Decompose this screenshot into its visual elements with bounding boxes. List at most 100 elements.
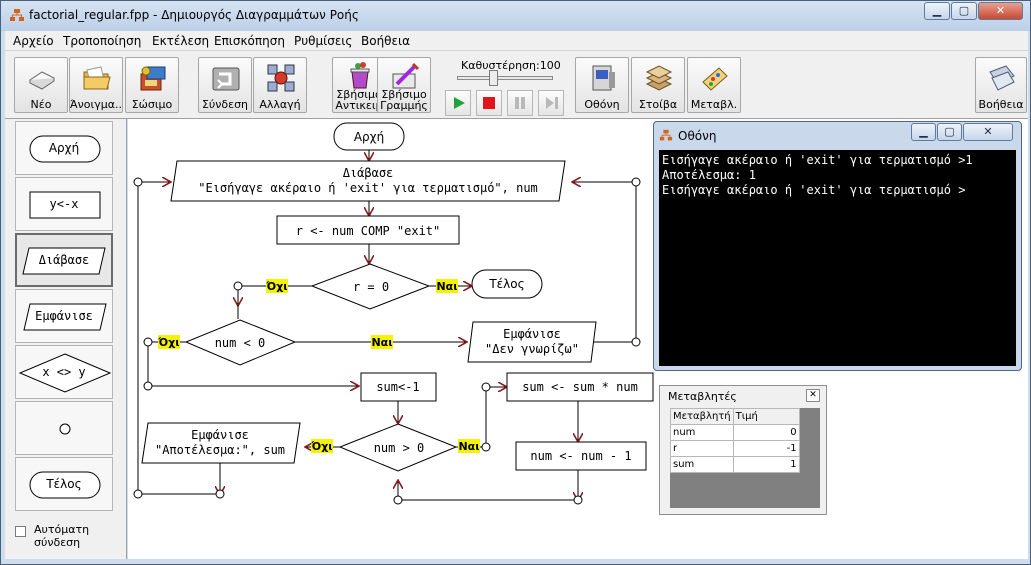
auto-connect-checkbox[interactable] xyxy=(15,526,26,537)
console-output[interactable]: Εισήγαγε ακέραιο ή 'exit' για τερματισμό… xyxy=(659,150,1016,366)
open-label: Άνοιγμα.. xyxy=(70,98,122,111)
delay-control: Καθυστέρηση:100 xyxy=(443,54,571,116)
junction-dot xyxy=(631,177,641,187)
close-button[interactable]: ✕ xyxy=(978,2,1023,20)
screen-window-title: Οθόνη xyxy=(678,129,717,143)
variables-header-row: Μεταβλητή Τιμή xyxy=(670,408,800,425)
junction-dot xyxy=(573,495,583,505)
yes-label-positive: Ναι xyxy=(458,440,479,453)
header-value: Τιμή xyxy=(732,408,800,425)
palette-read[interactable]: Διάβασε xyxy=(15,233,113,287)
palette-assign[interactable]: y<-x xyxy=(15,177,113,231)
read-text-2: "Εισήγαγε ακέραιο ή 'exit' για τερματισμ… xyxy=(198,181,538,195)
variables-window: Μεταβλητές ✕ Μεταβλητή Τιμή num 0 r -1 s… xyxy=(659,385,827,515)
save-icon xyxy=(140,66,166,91)
no-label-r: Όχι xyxy=(265,280,287,293)
num-decrement-text: num <- num - 1 xyxy=(530,449,631,463)
help-icon xyxy=(989,65,1015,91)
yes-label-r: Ναι xyxy=(436,280,457,293)
pause-icon xyxy=(515,97,525,109)
toolbar: Νέο Άνοιγμα.. Σώσιμο Σύνδεση Αλλαγή Σβήσ… xyxy=(5,51,1028,119)
console-line: Εισήγαγε ακέραιο ή 'exit' για τερματισμό… xyxy=(662,153,973,167)
junction-dot xyxy=(393,495,403,505)
connect-label: Σύνδεση xyxy=(201,98,249,111)
menu-edit[interactable]: Τροποποίηση xyxy=(63,34,141,48)
menu-settings[interactable]: Ρυθμίσεις xyxy=(294,34,352,48)
step-button[interactable] xyxy=(538,90,564,116)
pause-button[interactable] xyxy=(507,90,533,116)
delay-slider[interactable] xyxy=(457,70,553,86)
edge xyxy=(456,387,487,448)
palette-print[interactable]: Εμφάνισε xyxy=(15,289,113,343)
palette-start[interactable]: Αρχή xyxy=(15,121,113,175)
connect-icon xyxy=(212,67,240,91)
junction-dot xyxy=(133,177,143,187)
screen-window: Οθόνη ▁ ▢ ✕ Εισήγαγε ακέραιο ή 'exit' γι… xyxy=(653,121,1022,371)
read-text-1: Διάβασε xyxy=(343,166,394,180)
main-window: factorial_regular.fpp - Δημιουργός Διαγρ… xyxy=(0,0,1031,565)
table-row: sum 1 xyxy=(670,456,800,473)
title-bar: factorial_regular.fpp - Δημιουργός Διαγρ… xyxy=(1,1,1030,31)
palette-start-label: Αρχή xyxy=(48,141,80,155)
minimize-button[interactable]: ▁ xyxy=(924,2,950,20)
shape-palette: Αρχή y<-x Διάβασε Εμφάνισε x <> y Τέλος … xyxy=(5,119,127,559)
palette-end-label: Τέλος xyxy=(46,477,82,491)
save-button[interactable]: Σώσιμο xyxy=(125,57,179,113)
palette-end[interactable]: Τέλος xyxy=(15,457,113,511)
help-button[interactable]: Βοήθεια xyxy=(975,57,1027,113)
connect-button[interactable]: Σύνδεση xyxy=(198,57,252,113)
play-icon xyxy=(454,97,465,109)
variables-icon xyxy=(702,67,728,91)
change-label: Αλλαγή xyxy=(259,98,301,111)
screen-minimize-button[interactable]: ▁ xyxy=(911,123,936,141)
screen-close-button[interactable]: ✕ xyxy=(963,123,1013,141)
palette-assign-label: y<-x xyxy=(49,197,79,211)
run-button[interactable] xyxy=(445,90,471,116)
screen-maximize-button[interactable]: ▢ xyxy=(937,123,962,141)
print-result-text-2: "Αποτέλεσμα:", sum xyxy=(155,443,285,457)
variables-close-button[interactable]: ✕ xyxy=(806,389,820,402)
stack-button[interactable]: Στοίβα xyxy=(631,57,685,113)
connector-shape-icon xyxy=(59,423,71,435)
start-text: Αρχή xyxy=(354,130,384,144)
assign-r-text: r <- num COMP "exit" xyxy=(296,224,441,238)
console-line: Αποτέλεσμα: 1 xyxy=(662,168,756,182)
menu-run[interactable]: Εκτέλεση xyxy=(152,34,209,48)
table-row: num 0 xyxy=(670,424,800,441)
variables-button[interactable]: Μεταβλ. xyxy=(687,57,741,113)
junction-dot xyxy=(631,337,641,347)
menu-help[interactable]: Βοήθεια xyxy=(361,34,410,48)
junction-dot xyxy=(481,382,491,392)
header-name: Μεταβλητή xyxy=(670,408,734,425)
new-button[interactable]: Νέο xyxy=(14,57,68,113)
help-label: Βοήθεια xyxy=(978,98,1024,111)
menu-file[interactable]: Αρχείο xyxy=(13,34,54,48)
end-text: Τέλος xyxy=(488,277,524,291)
screen-button[interactable]: Οθόνη xyxy=(575,57,629,113)
palette-decision-label: x <> y xyxy=(42,365,86,379)
open-button[interactable]: Άνοιγμα.. xyxy=(69,57,123,113)
print-result-text-1: Εμφάνισε xyxy=(191,428,249,442)
change-button[interactable]: Αλλαγή xyxy=(253,57,307,113)
palette-connector[interactable] xyxy=(15,401,113,455)
auto-connect-label: Αυτόματη σύνδεση xyxy=(34,523,90,549)
palette-read-label: Διάβασε xyxy=(38,253,90,267)
junction-dot xyxy=(143,381,153,391)
palette-decision[interactable]: x <> y xyxy=(15,345,113,399)
junction-dot xyxy=(481,442,491,452)
junction-dot xyxy=(215,489,225,499)
app-icon xyxy=(659,129,673,141)
open-folder-icon xyxy=(83,66,111,90)
variables-window-title: Μεταβλητές xyxy=(668,390,737,403)
menu-view[interactable]: Επισκόπηση xyxy=(214,34,285,48)
var-name: num xyxy=(670,424,734,441)
junction-dot xyxy=(233,281,243,291)
delete-line-button[interactable]: Σβήσιμο Γραμμής xyxy=(377,57,431,113)
print-unknown-text-2: "Δεν γνωρίζω" xyxy=(485,342,579,356)
stop-button[interactable] xyxy=(476,90,502,116)
app-icon xyxy=(10,9,24,21)
delay-slider-thumb[interactable] xyxy=(489,70,498,86)
sum-init-text: sum<-1 xyxy=(376,380,419,394)
maximize-button[interactable]: ▢ xyxy=(951,2,977,20)
var-name: sum xyxy=(670,456,734,473)
